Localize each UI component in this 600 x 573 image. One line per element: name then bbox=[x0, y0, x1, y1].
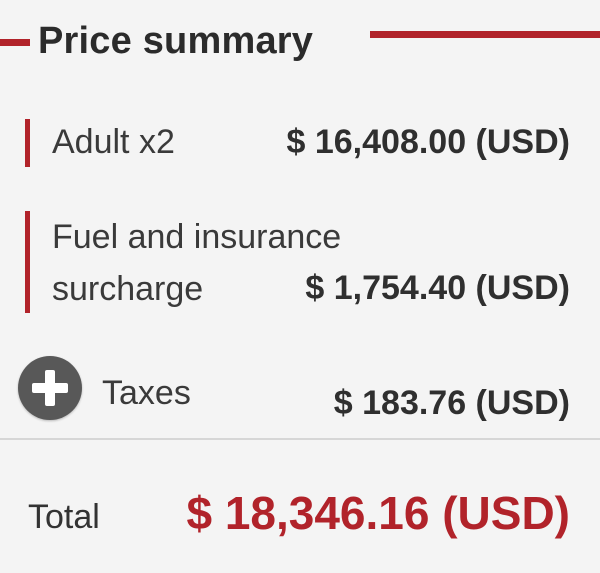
line-item-adult: Adult x2 $ 16,408.00 (USD) bbox=[0, 117, 600, 171]
total-label: Total bbox=[28, 498, 100, 536]
header-rule-left bbox=[0, 39, 30, 46]
line-item-label: Taxes bbox=[102, 374, 191, 412]
total-amount: $ 18,346.16 (USD) bbox=[186, 487, 570, 539]
line-item-fuel-surcharge: Fuel and insurance surcharge $ 1,754.40 … bbox=[0, 209, 600, 313]
plus-vertical-stroke bbox=[45, 370, 55, 406]
plus-circle-icon[interactable] bbox=[18, 356, 82, 420]
header-rule-right bbox=[370, 31, 600, 38]
price-summary-title: Price summary bbox=[38, 20, 314, 62]
total-row: Total $ 18,346.16 (USD) bbox=[0, 480, 600, 550]
line-item-taxes: Taxes $ 183.76 (USD) bbox=[0, 352, 600, 424]
total-divider bbox=[0, 438, 600, 440]
line-item-marker bbox=[25, 211, 30, 313]
line-item-label: Adult x2 bbox=[52, 123, 175, 161]
line-item-amount: $ 183.76 (USD) bbox=[333, 384, 570, 422]
line-item-amount: $ 1,754.40 (USD) bbox=[305, 269, 570, 307]
line-item-marker bbox=[25, 119, 30, 167]
price-summary-header: Price summary bbox=[0, 18, 600, 66]
line-item-amount: $ 16,408.00 (USD) bbox=[286, 123, 571, 161]
price-summary-panel: Price summary Adult x2 $ 16,408.00 (USD)… bbox=[0, 0, 600, 573]
